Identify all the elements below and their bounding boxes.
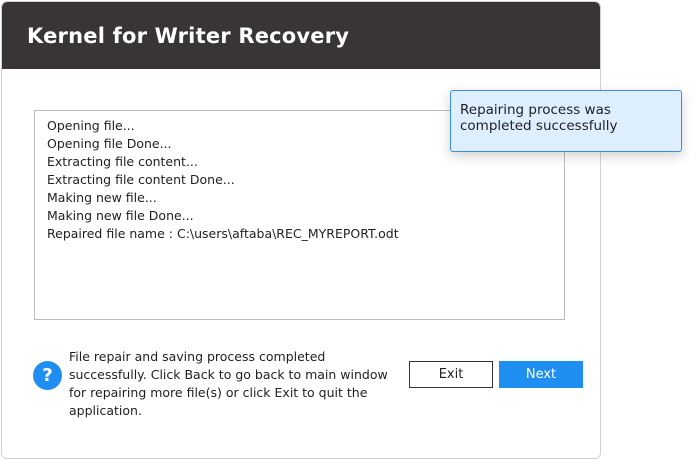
window-title: Kernel for Writer Recovery [27, 23, 350, 48]
log-line: Extracting file content... [47, 154, 198, 169]
notification-message: Repairing process was completed successf… [460, 102, 618, 134]
help-icon: ? [33, 361, 62, 390]
app-window: Kernel for Writer Recovery Opening file.… [1, 1, 601, 459]
log-line: Extracting file content Done... [47, 172, 235, 187]
exit-button[interactable]: Exit [409, 361, 493, 388]
success-notification: Repairing process was completed successf… [450, 90, 682, 152]
title-bar: Kernel for Writer Recovery [2, 2, 600, 69]
log-line: Making new file... [47, 190, 157, 205]
next-button[interactable]: Next [499, 361, 583, 388]
log-line: Making new file Done... [47, 208, 194, 223]
status-message: File repair and saving process completed… [69, 349, 388, 418]
log-line: Repaired file name : C:\users\aftaba\REC… [47, 226, 399, 241]
